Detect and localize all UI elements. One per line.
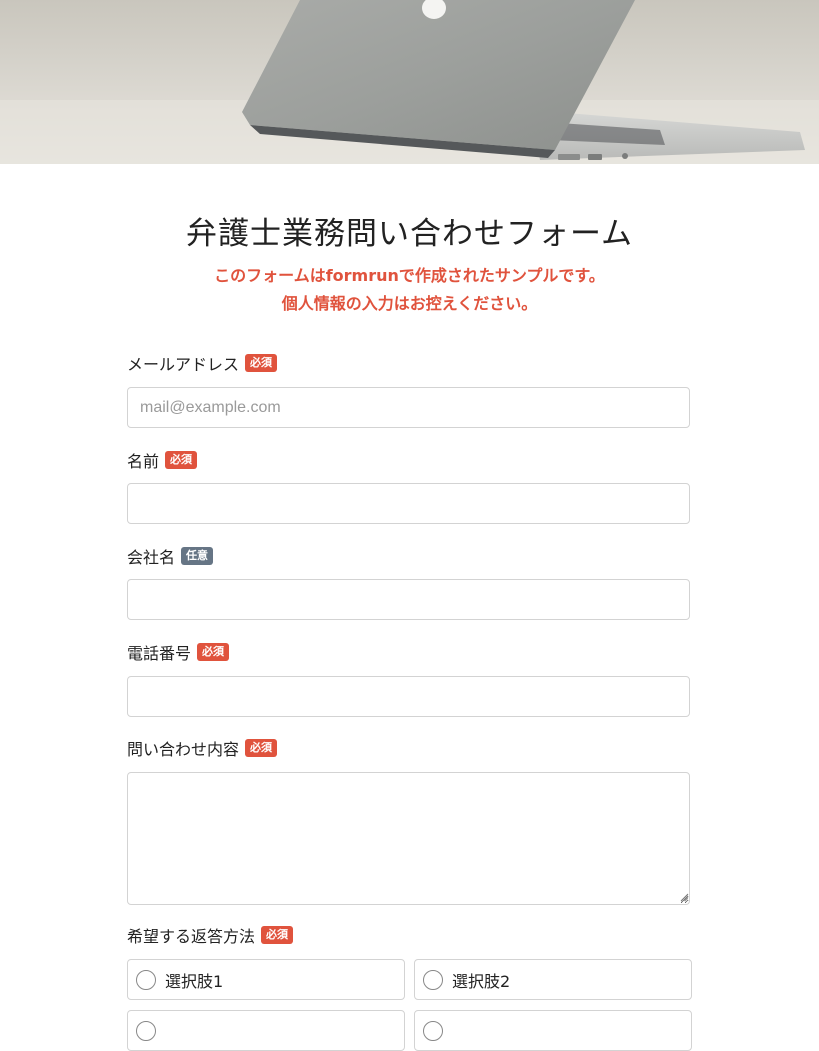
email-label-text: メールアドレス xyxy=(127,355,240,374)
required-badge: 必須 xyxy=(261,926,294,944)
page-title: 弁護士業務問い合わせフォーム xyxy=(185,216,634,252)
required-badge: 必須 xyxy=(245,739,278,757)
name-label-text: 名前 xyxy=(127,452,160,471)
inquiry-label: 問い合わせ内容 必須 xyxy=(127,736,278,760)
phone-label-text: 電話番号 xyxy=(127,644,192,663)
resize-grip-icon[interactable] xyxy=(680,893,689,902)
company-label-text: 会社名 xyxy=(127,548,176,567)
reply-option-2[interactable]: 選択肢2 xyxy=(414,959,692,1000)
reply-method-label-text: 希望する返答方法 xyxy=(127,927,256,946)
reply-option-1[interactable]: 選択肢1 xyxy=(127,959,405,1000)
sample-notice-line1: このフォームはformrunで作成されたサンプルです。 xyxy=(214,266,605,285)
reply-option-4[interactable] xyxy=(414,1010,692,1051)
company-input[interactable] xyxy=(127,579,690,620)
header-laptop-image xyxy=(0,0,819,164)
phone-label: 電話番号 必須 xyxy=(127,640,230,664)
radio-icon[interactable] xyxy=(136,969,156,990)
phone-input[interactable] xyxy=(127,676,690,717)
sample-notice-line2: 個人情報の入力はお控えください。 xyxy=(281,294,538,313)
name-label: 名前 必須 xyxy=(127,448,198,472)
name-input[interactable] xyxy=(127,483,690,524)
optional-badge: 任意 xyxy=(181,547,214,565)
required-badge: 必須 xyxy=(165,451,198,469)
reply-method-label: 希望する返答方法 必須 xyxy=(127,923,294,947)
reply-option-3[interactable] xyxy=(127,1010,405,1051)
email-label: メールアドレス 必須 xyxy=(127,351,278,375)
required-badge: 必須 xyxy=(245,354,278,372)
email-input[interactable] xyxy=(127,387,690,428)
radio-icon[interactable] xyxy=(423,969,443,990)
reply-option-2-label: 選択肢2 xyxy=(452,971,511,991)
company-label: 会社名 任意 xyxy=(127,544,214,568)
required-badge: 必須 xyxy=(197,643,230,661)
inquiry-label-text: 問い合わせ内容 xyxy=(127,740,240,759)
reply-option-1-label: 選択肢1 xyxy=(165,971,224,991)
inquiry-textarea[interactable] xyxy=(127,772,690,905)
